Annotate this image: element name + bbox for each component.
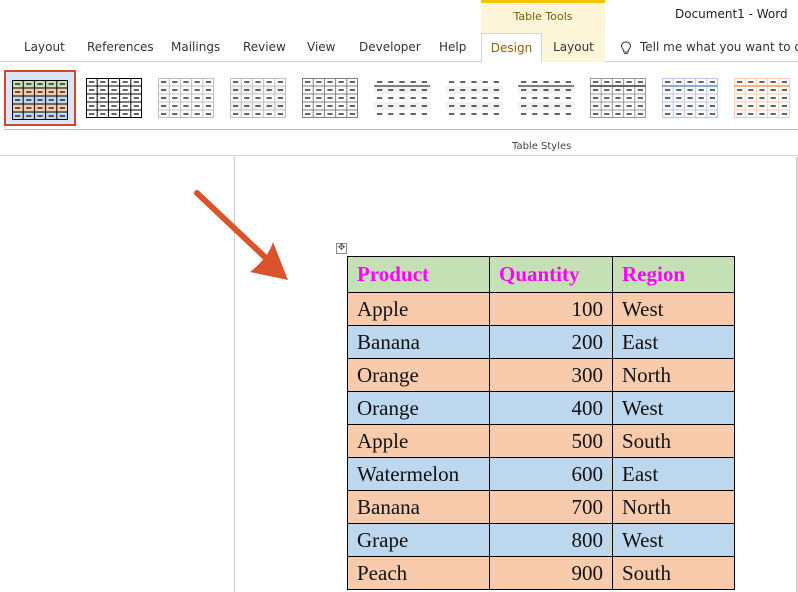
table-style-preview-icon <box>518 81 574 115</box>
data-table: Product Quantity Region Apple 100 West Bana… <box>347 256 735 590</box>
product-cell[interactable]: Peach <box>347 556 490 590</box>
region-cell[interactable]: West <box>612 523 735 557</box>
table-row: Banana 700 North <box>347 490 735 524</box>
table-style-preview-icon <box>662 78 718 118</box>
quantity-cell[interactable]: 700 <box>489 490 613 524</box>
product-cell[interactable]: Grape <box>347 523 490 557</box>
table-style-grid-table-1-light[interactable] <box>584 70 656 126</box>
table-style-plain-table-5[interactable] <box>440 70 512 126</box>
lightbulb-icon <box>620 40 632 54</box>
table-style-preview-icon <box>12 80 68 120</box>
header-product[interactable]: Product <box>347 256 490 293</box>
table-row: Watermelon 600 East <box>347 457 735 491</box>
table-header-row: Product Quantity Region <box>347 256 735 293</box>
tab-table-layout[interactable]: Layout <box>542 33 605 62</box>
table-style-plain-table-4[interactable] <box>368 70 440 126</box>
table-styles-group-label: Table Styles <box>512 141 572 152</box>
window-title: Document1 - Word <box>675 7 788 21</box>
product-cell[interactable]: Orange <box>347 358 490 392</box>
region-cell[interactable]: North <box>612 490 735 524</box>
table-style-preview-icon <box>734 78 790 118</box>
arrow-annotation-icon <box>194 190 288 280</box>
quantity-cell[interactable]: 200 <box>489 325 613 359</box>
quantity-cell[interactable]: 500 <box>489 424 613 458</box>
quantity-cell[interactable]: 100 <box>489 292 613 326</box>
region-cell[interactable]: North <box>612 358 735 392</box>
table-style-preview-icon <box>86 78 142 118</box>
product-cell[interactable]: Apple <box>347 292 490 326</box>
region-cell[interactable]: West <box>612 391 735 425</box>
table-row: Orange 300 North <box>347 358 735 392</box>
table-style-plain-table-3[interactable] <box>296 70 368 126</box>
table-style-grid-table-light[interactable] <box>512 70 584 126</box>
table-style-table-grid[interactable] <box>80 70 152 126</box>
region-cell[interactable]: East <box>612 457 735 491</box>
quantity-cell[interactable]: 600 <box>489 457 613 491</box>
table-style-plain-table-2[interactable] <box>224 70 296 126</box>
table-style-preview-icon <box>446 81 502 115</box>
region-cell[interactable]: South <box>612 556 735 590</box>
table-tools-context-label: Table Tools <box>481 0 605 33</box>
table-style-preview-icon <box>158 78 214 118</box>
table-style-preview-icon <box>302 78 358 118</box>
ribbon-design-panel: Table Styles <box>0 62 798 156</box>
table-row: Banana 200 East <box>347 325 735 359</box>
table-style-preview-icon <box>374 81 430 115</box>
table-row: Peach 900 South <box>347 556 735 590</box>
quantity-cell[interactable]: 400 <box>489 391 613 425</box>
table-style-preview-icon <box>590 78 646 118</box>
tab-developer[interactable]: Developer <box>359 33 421 62</box>
tab-review[interactable]: Review <box>243 33 286 62</box>
region-cell[interactable]: East <box>612 325 735 359</box>
title-bar: Table Tools Document1 - Word <box>0 0 798 33</box>
table-style-grid-table-1-light-accent-1[interactable] <box>656 70 728 126</box>
document-page[interactable]: ✥ Product Quantity Region Apple 100 West Ba… <box>0 157 798 592</box>
quantity-cell[interactable]: 800 <box>489 523 613 557</box>
product-cell[interactable]: Banana <box>347 490 490 524</box>
table-row: Grape 800 West <box>347 523 735 557</box>
tell-me-search[interactable]: Tell me what you want to do <box>620 33 798 62</box>
tab-view[interactable]: View <box>307 33 335 62</box>
tab-help[interactable]: Help <box>439 33 466 62</box>
product-cell[interactable]: Watermelon <box>347 457 490 491</box>
region-cell[interactable]: West <box>612 292 735 326</box>
table-style-preview-icon <box>230 78 286 118</box>
header-region[interactable]: Region <box>612 256 735 293</box>
table-row: Apple 100 West <box>347 292 735 326</box>
table-style-grid-table-1-light-accent-2[interactable] <box>728 70 798 126</box>
tab-layout[interactable]: Layout <box>24 33 65 62</box>
header-quantity[interactable]: Quantity <box>489 256 613 293</box>
tab-mailings[interactable]: Mailings <box>171 33 220 62</box>
region-cell[interactable]: South <box>612 424 735 458</box>
table-row: Apple 500 South <box>347 424 735 458</box>
quantity-cell[interactable]: 300 <box>489 358 613 392</box>
product-cell[interactable]: Apple <box>347 424 490 458</box>
table-style-plain-table-1[interactable] <box>152 70 224 126</box>
product-cell[interactable]: Orange <box>347 391 490 425</box>
product-cell[interactable]: Banana <box>347 325 490 359</box>
tab-table-design[interactable]: Design <box>481 33 542 63</box>
table-styles-gallery <box>4 68 798 130</box>
table-row: Orange 400 West <box>347 391 735 425</box>
table-move-handle[interactable]: ✥ <box>336 243 347 254</box>
tell-me-text: Tell me what you want to do <box>640 40 798 54</box>
table-style-colored-grid[interactable] <box>4 70 76 126</box>
quantity-cell[interactable]: 900 <box>489 556 613 590</box>
tab-references[interactable]: References <box>87 33 154 62</box>
